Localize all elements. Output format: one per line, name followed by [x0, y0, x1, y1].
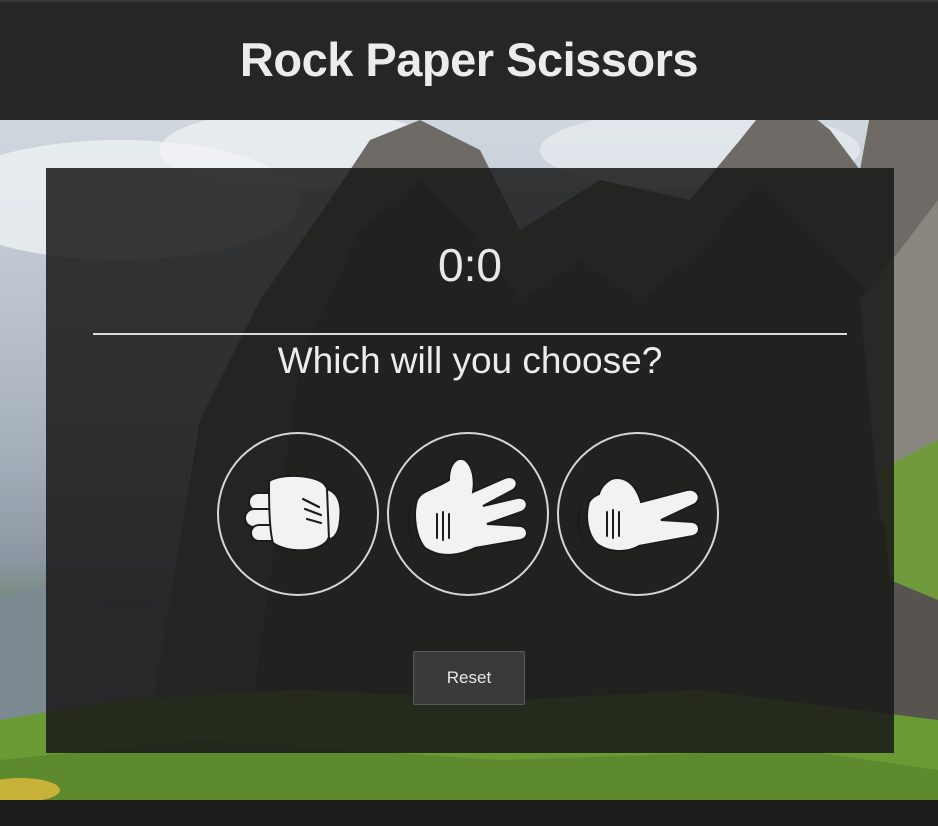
score-display: 0:0: [438, 239, 502, 291]
divider: [93, 333, 847, 335]
scissors-hand-icon: [577, 476, 700, 552]
choice-prompt: Which will you choose?: [277, 340, 663, 381]
reset-button[interactable]: Reset: [413, 651, 525, 705]
game-panel: 0:0 Which will you choose? Reset: [46, 168, 894, 753]
app-header: Rock Paper Scissors: [0, 0, 938, 120]
paper-hand-icon: [407, 458, 528, 556]
app-root: Rock Paper Scissors 0:0 Which will you c…: [0, 0, 938, 826]
page-footer-bar: [0, 800, 938, 826]
rock-button[interactable]: [217, 432, 379, 596]
paper-button[interactable]: [387, 432, 549, 596]
page-title: Rock Paper Scissors: [239, 32, 699, 86]
rock-hand-icon: [244, 475, 342, 552]
scissors-button[interactable]: [557, 432, 719, 596]
